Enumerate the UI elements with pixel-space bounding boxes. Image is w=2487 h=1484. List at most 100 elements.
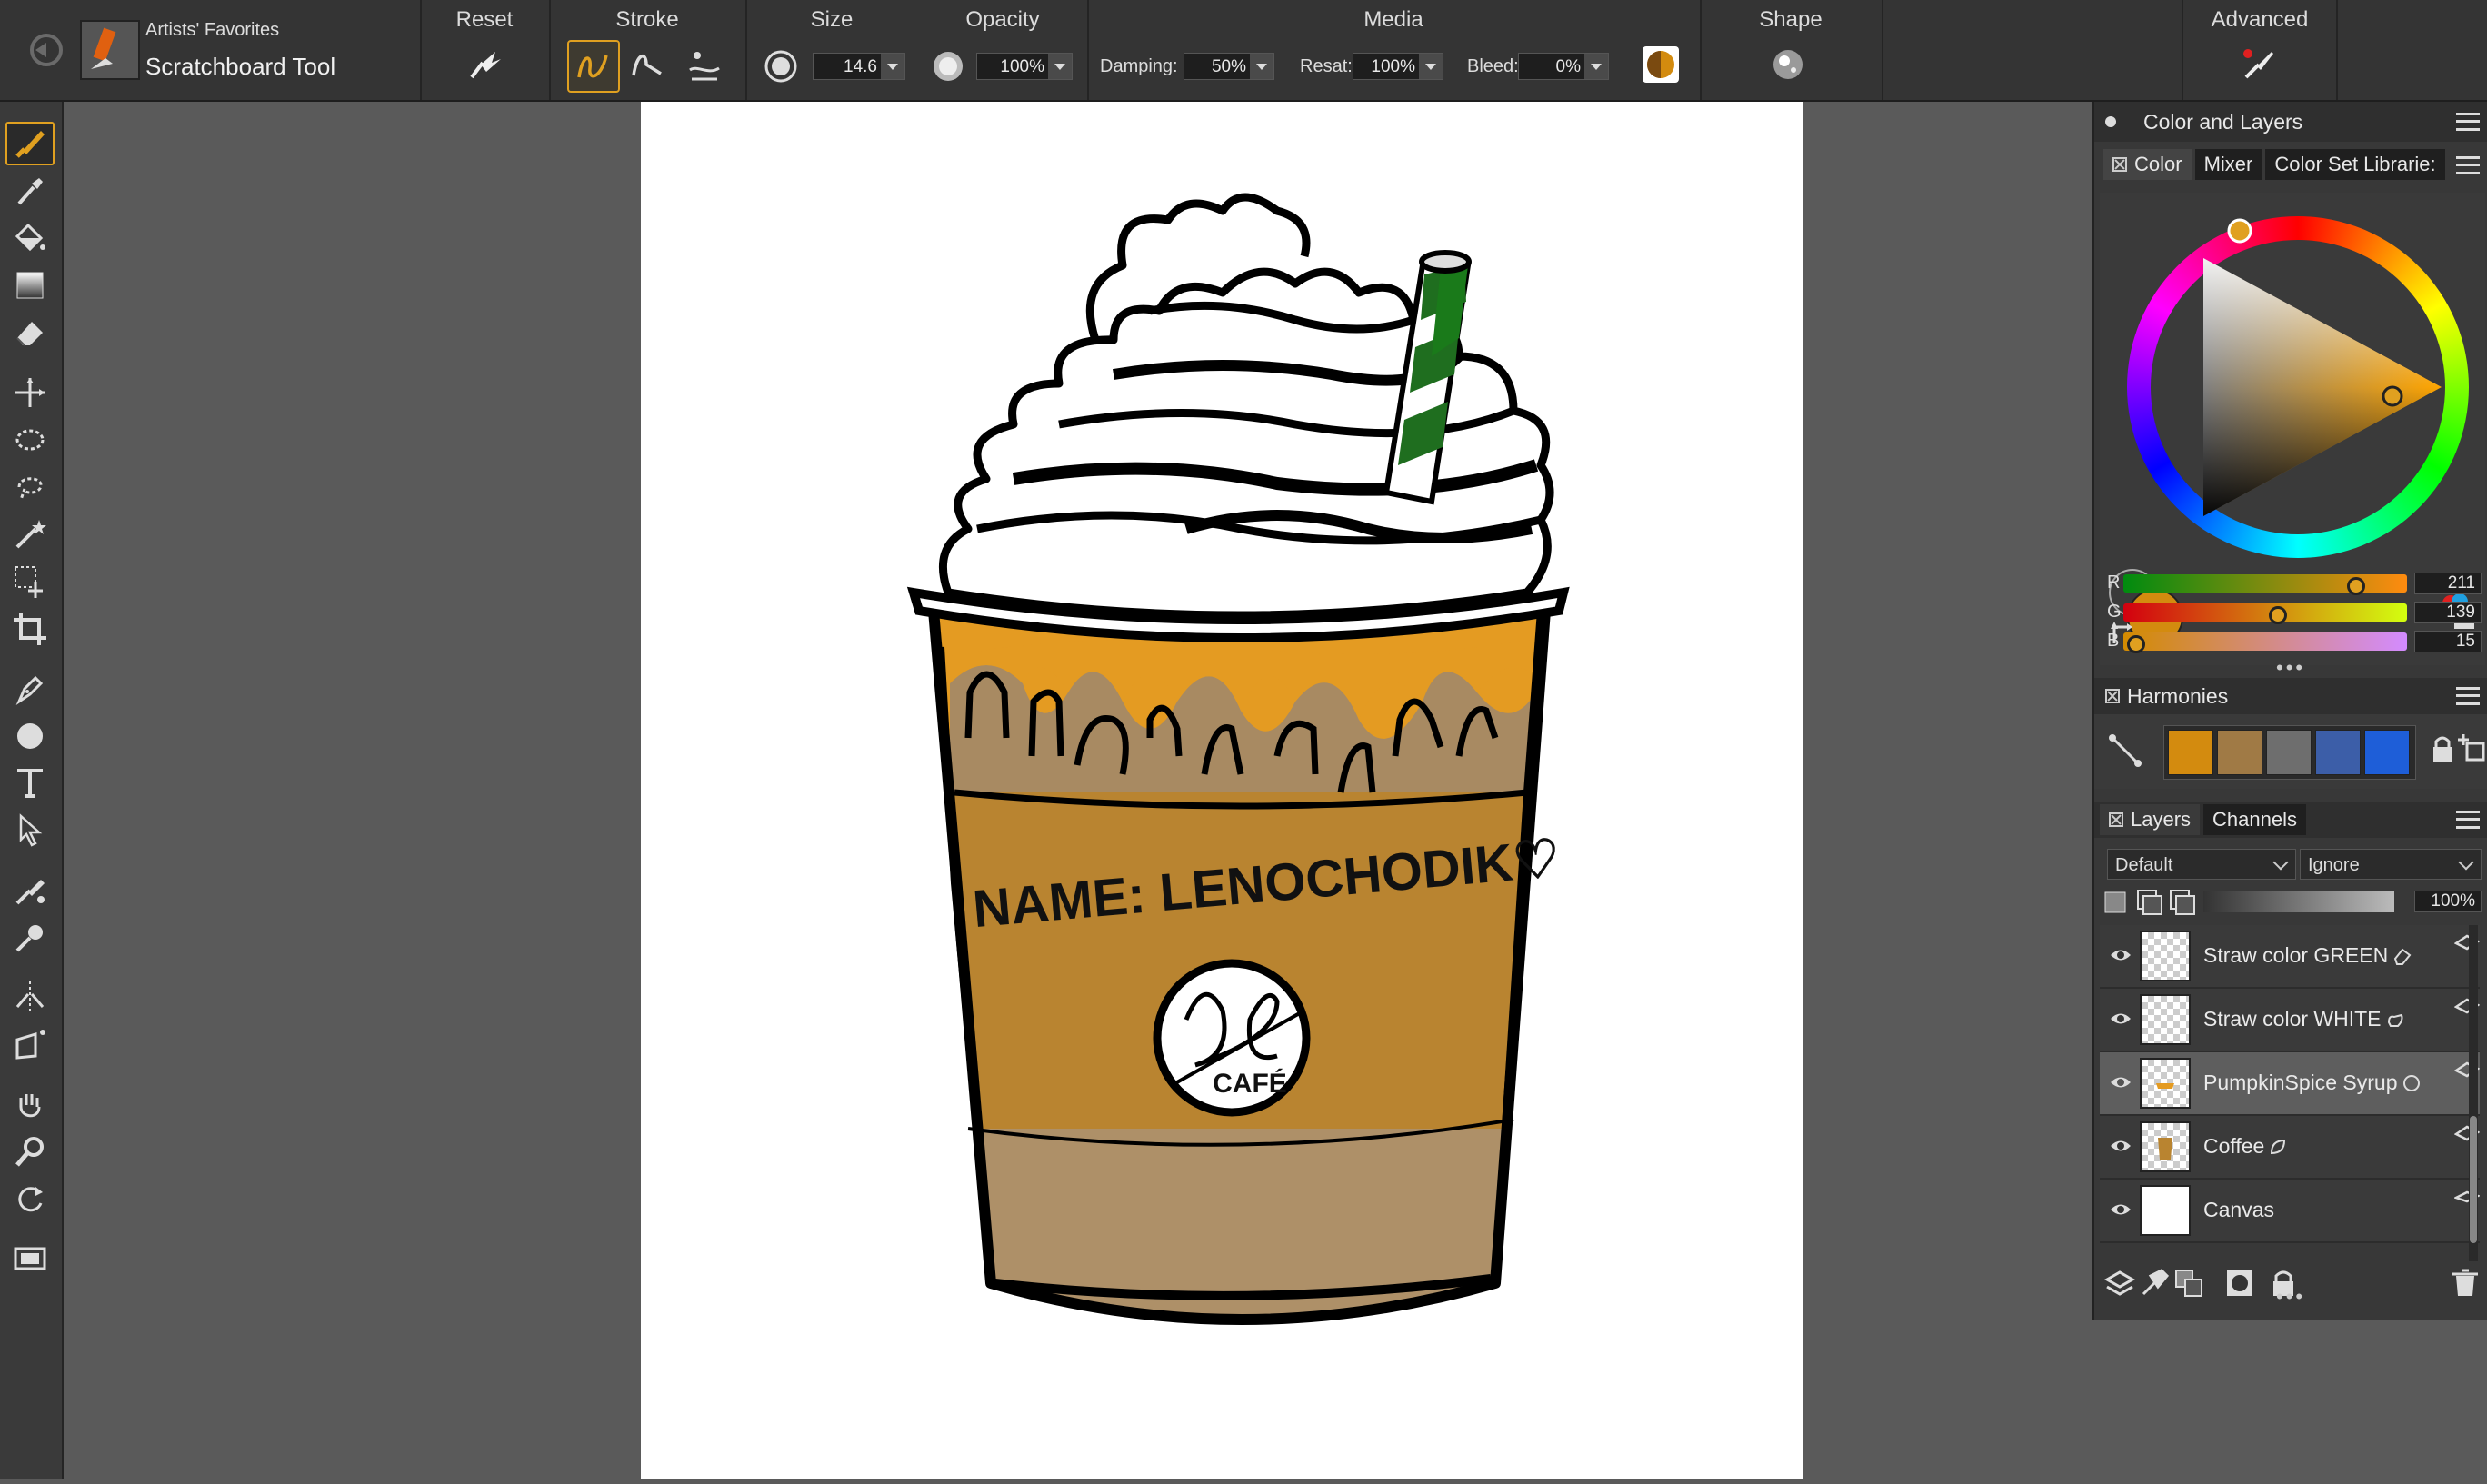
magic-wand-icon[interactable] [5,513,55,556]
layer-mask-icon[interactable] [2223,1267,2256,1300]
layer-stack-icon[interactable] [2103,1267,2136,1300]
text-icon[interactable] [5,762,55,805]
mirror-icon[interactable] [5,976,55,1020]
magnifier-icon[interactable] [5,1130,55,1174]
paint-bucket-icon[interactable] [5,216,55,260]
advanced-brush-icon[interactable] [2234,40,2283,89]
perspective-grid-icon[interactable] [5,1023,55,1067]
collapse-dot-icon[interactable] [2105,116,2116,127]
cloner-icon[interactable] [5,869,55,912]
screen-mode-icon[interactable] [5,1238,55,1281]
eye-icon[interactable] [2109,1200,2132,1220]
shape-circle-icon[interactable] [5,714,55,758]
eye-icon[interactable] [2109,1009,2132,1029]
group-layers-icon[interactable] [2172,1267,2205,1300]
transform-icon[interactable] [5,371,55,414]
eye-icon[interactable] [2109,1136,2132,1156]
drawing-canvas[interactable]: NAME: LENOCHODIK♡ CAFÉ [641,102,1803,1479]
brush-category-label[interactable]: Artists' Favorites [145,20,279,41]
rect-selection-icon[interactable] [5,418,55,462]
size-dropdown-arrow[interactable] [881,54,904,79]
tab-color-set-libraries[interactable]: Color Set Librarie: [2265,149,2445,180]
bleed-field[interactable]: 0% [1518,53,1609,80]
layer-mode-icons[interactable] [2103,887,2203,916]
pen-icon[interactable] [5,667,55,711]
rubber-stamp-icon[interactable] [5,916,55,960]
delete-layer-icon[interactable] [2449,1267,2482,1300]
harmony-rule-icon[interactable] [2107,732,2143,769]
r-value-field[interactable]: 211 [2414,573,2482,594]
brush-tool-icon[interactable] [5,122,55,165]
color-panel-menu-icon[interactable] [2456,156,2480,174]
r-slider-track[interactable] [2123,574,2407,595]
lock-icon[interactable] [2431,734,2454,765]
b-slider-track[interactable] [2123,632,2407,653]
b-slider-thumb[interactable] [2127,635,2145,653]
brush-thumbnail-icon[interactable] [80,20,140,80]
damping-field[interactable]: 50% [1184,53,1274,80]
g-slider-track[interactable] [2123,603,2407,624]
g-slider-thumb[interactable] [2269,606,2287,624]
rotate-page-icon[interactable] [5,1178,55,1221]
tab-layers[interactable]: Layers [2100,804,2201,835]
layer-row[interactable]: Coffee [2100,1116,2480,1180]
dynamic-plugin-icon[interactable] [2138,1267,2171,1300]
bleed-dropdown-arrow[interactable] [1584,54,1608,79]
layer-row[interactable]: Canvas [2100,1180,2480,1243]
composite-method-select[interactable]: Default [2107,849,2296,880]
size-field[interactable]: 14.6 [813,53,905,80]
preserve-select[interactable]: Ignore [2300,849,2482,880]
harmony-swatch[interactable] [2364,730,2410,775]
b-value-field[interactable]: 15 [2414,631,2482,652]
harmony-swatch[interactable] [2315,730,2361,775]
straight-line-stroke-icon[interactable] [624,40,673,89]
gradient-icon[interactable] [5,264,55,307]
layer-row[interactable]: Straw color GREEN [2100,925,2480,989]
stroke-attributes-icon[interactable] [680,40,729,89]
dropper-icon[interactable] [5,169,55,213]
damping-dropdown-arrow[interactable] [1250,54,1273,79]
shape-icon[interactable] [1763,40,1813,89]
scrollbar-thumb[interactable] [2470,1116,2477,1243]
lasso-icon[interactable] [5,465,55,509]
saturation-triangle[interactable] [2127,216,2469,558]
close-icon[interactable] [2112,157,2127,172]
grabber-icon[interactable] [5,1083,55,1127]
panel-menu-icon[interactable] [2456,113,2480,131]
resat-dropdown-arrow[interactable] [1419,54,1443,79]
close-icon[interactable] [2109,812,2123,827]
resat-field[interactable]: 100% [1353,53,1443,80]
brush-variant-label[interactable]: Scratchboard Tool [145,53,335,81]
media-texture-icon[interactable] [1636,40,1685,89]
more-options-icon[interactable]: ••• [2276,1285,2305,1309]
more-options-icon[interactable]: ••• [2276,656,2305,680]
eye-icon[interactable] [2109,945,2132,965]
tab-color[interactable]: Color [2103,149,2192,180]
tab-mixer[interactable]: Mixer [2194,149,2262,180]
opacity-dropdown-arrow[interactable] [1048,54,1072,79]
eye-icon[interactable] [2109,1072,2132,1092]
tab-channels[interactable]: Channels [2203,804,2306,835]
freehand-stroke-icon[interactable] [567,40,620,93]
g-value-field[interactable]: 139 [2414,602,2482,623]
eraser-icon[interactable] [5,311,55,354]
harmony-swatch[interactable] [2266,730,2312,775]
harmonies-menu-icon[interactable] [2456,687,2480,705]
layer-opacity-field[interactable]: 100% [2414,891,2482,912]
layer-opacity-slider[interactable] [2203,891,2394,912]
opacity-field[interactable]: 100% [976,53,1073,80]
add-harmony-icon[interactable] [2458,734,2485,762]
selection-adjuster-icon[interactable] [5,560,55,603]
brush-reset-icon[interactable] [22,25,71,75]
layers-menu-icon[interactable] [2456,811,2480,829]
shape-selector-icon[interactable] [5,809,55,852]
reset-brush-icon[interactable] [460,40,509,89]
layer-scrollbar[interactable] [2469,925,2478,1261]
layer-row[interactable]: PumpkinSpice Syrup [2100,1052,2480,1116]
layer-row[interactable]: Straw color WHITE [2100,989,2480,1052]
close-icon[interactable] [2105,689,2120,703]
r-slider-thumb[interactable] [2347,577,2365,595]
crop-icon[interactable] [5,607,55,651]
harmony-swatch[interactable] [2168,730,2213,775]
harmony-swatch[interactable] [2217,730,2262,775]
